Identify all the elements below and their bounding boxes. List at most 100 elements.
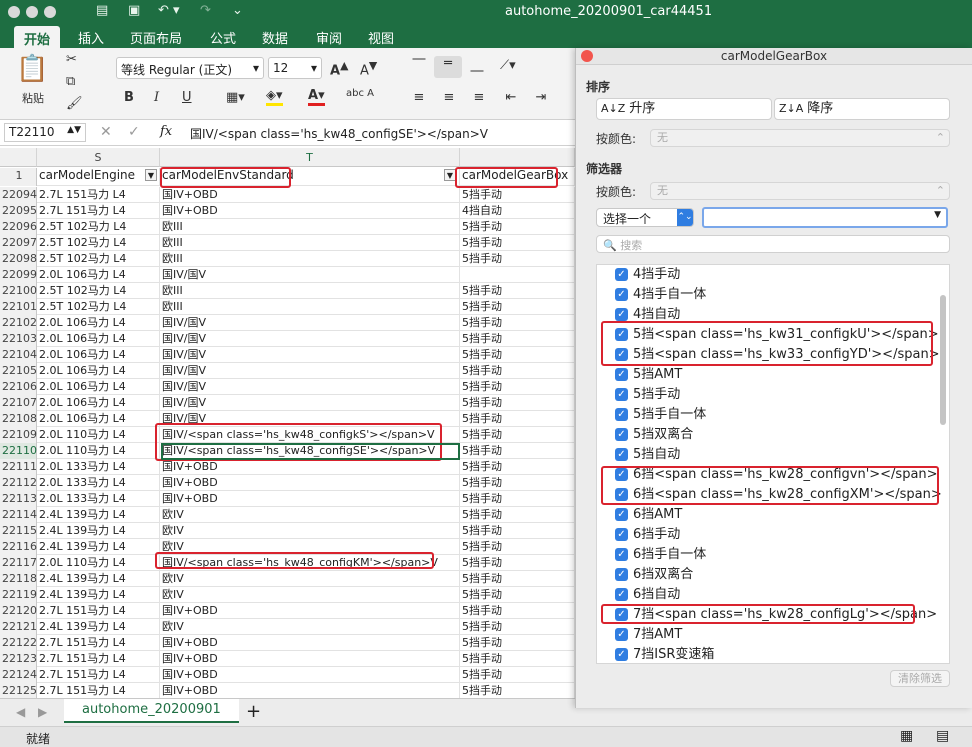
checkbox-checked-icon[interactable]: ✓ — [615, 648, 628, 661]
filter-item[interactable]: ✓ 5挡手动 — [615, 385, 680, 405]
font-color-icon[interactable]: A▾ — [308, 88, 325, 106]
cell-gearbox[interactable]: 5挡手动 — [460, 491, 575, 507]
filter-item[interactable]: ✓ 6挡AMT — [615, 505, 682, 525]
page-layout-view-icon[interactable]: ▤ — [936, 728, 949, 744]
cell-engine[interactable]: 2.5T 102马力 L4 — [37, 219, 160, 235]
cell-env-standard[interactable]: 国IV+OBD — [160, 683, 460, 698]
checkbox-checked-icon[interactable]: ✓ — [615, 588, 628, 601]
cell-engine[interactable]: 2.0L 106马力 L4 — [37, 347, 160, 363]
align-middle-icon[interactable]: ═ — [434, 56, 462, 78]
list-scrollbar[interactable] — [940, 295, 946, 425]
grow-font-icon[interactable]: A▲ — [330, 59, 348, 78]
search-input[interactable]: 🔍 搜索 — [596, 235, 950, 253]
row-number[interactable]: 22098 — [0, 251, 37, 267]
row-number[interactable]: 22118 — [0, 571, 37, 587]
cell-gearbox[interactable]: 5挡手动 — [460, 299, 575, 315]
filter-item[interactable]: ✓ 5挡双离合 — [615, 425, 693, 445]
cell-engine[interactable]: 2.7L 151马力 L4 — [37, 603, 160, 619]
checkbox-checked-icon[interactable]: ✓ — [615, 508, 628, 521]
cell-engine[interactable]: 2.0L 133马力 L4 — [37, 459, 160, 475]
format-painter-icon[interactable]: 🖌 — [66, 96, 83, 111]
cell-gearbox[interactable]: 5挡手动 — [460, 459, 575, 475]
phonetic-icon[interactable]: abc A — [346, 88, 374, 99]
cell-gearbox[interactable]: 5挡手动 — [460, 347, 575, 363]
cell-env-standard[interactable]: 国IV+OBD — [160, 667, 460, 683]
cancel-edit-icon[interactable]: ✕ — [100, 124, 112, 140]
font-name-select[interactable]: 等线 Regular (正文) ▾ — [116, 57, 264, 79]
filter-item[interactable]: ✓ 6挡双离合 — [615, 565, 693, 585]
cell-gearbox[interactable]: 5挡手动 — [460, 683, 575, 698]
row-number[interactable]: 22117 — [0, 555, 37, 571]
increase-indent-icon[interactable]: ⇥ — [528, 90, 554, 105]
shrink-font-icon[interactable]: A▼ — [360, 59, 377, 78]
formula-input[interactable]: 国IV/<span class='hs_kw48_configSE'></spa… — [190, 125, 488, 142]
checkbox-checked-icon[interactable]: ✓ — [615, 268, 628, 281]
sidebar-icon[interactable]: ▤ — [96, 3, 108, 18]
sheet-tab[interactable]: autohome_20200901 — [64, 699, 239, 723]
filter-item[interactable]: ✓ 7挡AMT — [615, 625, 682, 645]
row-number[interactable]: 22115 — [0, 523, 37, 539]
cell-gearbox[interactable]: 5挡手动 — [460, 587, 575, 603]
cell-gearbox[interactable]: 5挡手动 — [460, 427, 575, 443]
cell-engine[interactable]: 2.0L 106马力 L4 — [37, 267, 160, 283]
cell-env-standard[interactable]: 国IV+OBD — [160, 459, 460, 475]
cell-engine[interactable]: 2.5T 102马力 L4 — [37, 235, 160, 251]
borders-icon[interactable]: ▦▾ — [226, 90, 245, 105]
cell-engine[interactable]: 2.0L 110马力 L4 — [37, 427, 160, 443]
cell-gearbox[interactable]: 5挡手动 — [460, 395, 575, 411]
cell-gearbox[interactable]: 5挡手动 — [460, 475, 575, 491]
cell-env-standard[interactable]: 国IV/国V — [160, 379, 460, 395]
cell-env-standard[interactable]: 国IV+OBD — [160, 187, 460, 203]
cell-engine[interactable]: 2.0L 110马力 L4 — [37, 443, 160, 459]
function-icon[interactable]: fx — [160, 124, 172, 139]
cell-engine[interactable]: 2.5T 102马力 L4 — [37, 299, 160, 315]
orientation-icon[interactable]: ⟋▾ — [500, 58, 516, 73]
cell-gearbox[interactable]: 5挡手动 — [460, 507, 575, 523]
row-number[interactable]: 22109 — [0, 427, 37, 443]
row-number[interactable]: 22107 — [0, 395, 37, 411]
row-number[interactable]: 22113 — [0, 491, 37, 507]
cell-engine[interactable]: 2.7L 151马力 L4 — [37, 187, 160, 203]
cell-engine[interactable]: 2.7L 151马力 L4 — [37, 683, 160, 698]
cell-gearbox[interactable]: 5挡手动 — [460, 187, 575, 203]
cell-env-standard[interactable]: 国IV/国V — [160, 315, 460, 331]
cell-env-standard[interactable]: 国IV+OBD — [160, 491, 460, 507]
zoom-window-button[interactable] — [44, 6, 56, 18]
row-number[interactable]: 22121 — [0, 619, 37, 635]
cell-gearbox[interactable]: 4挡自动 — [460, 203, 575, 219]
row-number[interactable]: 1 — [0, 168, 37, 186]
sort-descending-button[interactable]: Z↓A 降序 — [774, 98, 950, 120]
cell-gearbox[interactable]: 5挡手动 — [460, 619, 575, 635]
checkbox-checked-icon[interactable]: ✓ — [615, 548, 628, 561]
cell-engine[interactable]: 2.0L 106马力 L4 — [37, 379, 160, 395]
cell-engine[interactable]: 2.4L 139马力 L4 — [37, 523, 160, 539]
align-top-icon[interactable]: ⎺ — [406, 58, 432, 73]
close-panel-button[interactable] — [581, 50, 593, 62]
cell-env-standard[interactable]: 欧III — [160, 283, 460, 299]
cell-env-standard[interactable]: 国IV/国V — [160, 267, 460, 283]
sort-color-select[interactable]: 无 ⌃ — [650, 129, 950, 147]
filter-item[interactable]: ✓ 6挡手自一体 — [615, 545, 706, 565]
row-number[interactable]: 22099 — [0, 267, 37, 283]
worksheet-grid[interactable]: S T 1 carModelEngine ▼ carModelEnvStandar… — [0, 148, 575, 698]
cell-env-standard[interactable]: 国IV+OBD — [160, 651, 460, 667]
cell-env-standard[interactable]: 欧IV — [160, 587, 460, 603]
cell-engine[interactable]: 2.7L 151马力 L4 — [37, 667, 160, 683]
cell-gearbox[interactable]: 5挡手动 — [460, 651, 575, 667]
row-number[interactable]: 22102 — [0, 315, 37, 331]
prev-sheet-icon[interactable]: ◀ — [16, 705, 25, 719]
cell-engine[interactable]: 2.7L 151马力 L4 — [37, 651, 160, 667]
row-number[interactable]: 22106 — [0, 379, 37, 395]
checkbox-checked-icon[interactable]: ✓ — [615, 428, 628, 441]
cell-gearbox[interactable]: 5挡手动 — [460, 571, 575, 587]
customize-toolbar-icon[interactable]: ⌄ — [232, 3, 243, 18]
decrease-indent-icon[interactable]: ⇤ — [498, 90, 524, 105]
row-number[interactable]: 22096 — [0, 219, 37, 235]
cell-engine[interactable]: 2.0L 110马力 L4 — [37, 555, 160, 571]
row-number[interactable]: 22124 — [0, 667, 37, 683]
row-number[interactable]: 22120 — [0, 603, 37, 619]
row-number[interactable]: 22114 — [0, 507, 37, 523]
row-number[interactable]: 22104 — [0, 347, 37, 363]
cell-gearbox[interactable] — [460, 267, 575, 283]
row-number[interactable]: 22111 — [0, 459, 37, 475]
